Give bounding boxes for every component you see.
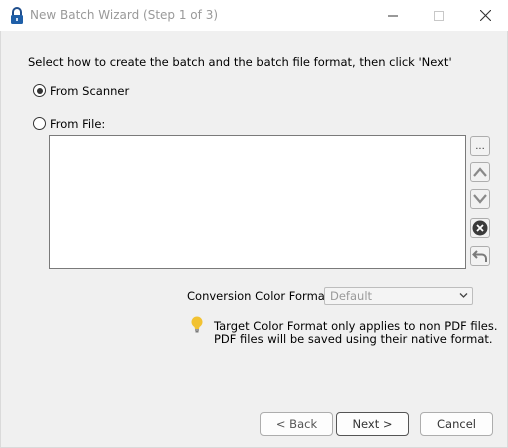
cancel-button[interactable]: Cancel (420, 412, 493, 436)
from-scanner-radio[interactable] (33, 84, 46, 97)
conversion-color-format-select[interactable]: Default (324, 287, 473, 305)
lightbulb-icon (191, 316, 203, 333)
close-button[interactable] (462, 0, 508, 31)
back-button[interactable]: < Back (260, 412, 333, 436)
title-bar: New Batch Wizard (Step 1 of 3) (0, 0, 508, 31)
from-file-radio[interactable] (33, 117, 46, 130)
chevron-down-icon (459, 293, 468, 298)
next-button[interactable]: Next > (336, 412, 409, 436)
note-line-2: PDF files will be saved using their nati… (214, 332, 493, 346)
instructions-text: Select how to create the batch and the b… (28, 55, 452, 69)
undo-button[interactable] (470, 246, 490, 266)
cancel-button-label: Cancel (437, 417, 476, 431)
note-line-1: Target Color Format only applies to non … (214, 319, 498, 333)
undo-icon (472, 250, 487, 262)
remove-button[interactable] (470, 218, 490, 238)
conversion-color-format-value: Default (330, 289, 373, 303)
remove-circle-x-icon (472, 220, 488, 236)
chevron-down-icon (473, 194, 487, 204)
browse-label: ... (475, 140, 485, 152)
minimize-button[interactable] (370, 0, 416, 31)
back-button-label: < Back (275, 417, 318, 431)
from-scanner-label[interactable]: From Scanner (50, 84, 129, 98)
minimize-icon (388, 15, 398, 16)
file-list[interactable] (49, 135, 466, 269)
padlock-app-icon (11, 7, 23, 24)
maximize-icon (434, 10, 444, 21)
next-button-label: Next > (352, 417, 393, 431)
chevron-up-icon (473, 167, 487, 177)
move-up-button[interactable] (470, 162, 490, 182)
move-down-button[interactable] (470, 189, 490, 209)
window-title: New Batch Wizard (Step 1 of 3) (30, 8, 219, 22)
conversion-color-format-label: Conversion Color Format: (187, 289, 334, 303)
close-icon (479, 10, 491, 21)
maximize-button (416, 0, 462, 31)
browse-button[interactable]: ... (470, 136, 490, 156)
from-file-label[interactable]: From File: (50, 117, 105, 131)
